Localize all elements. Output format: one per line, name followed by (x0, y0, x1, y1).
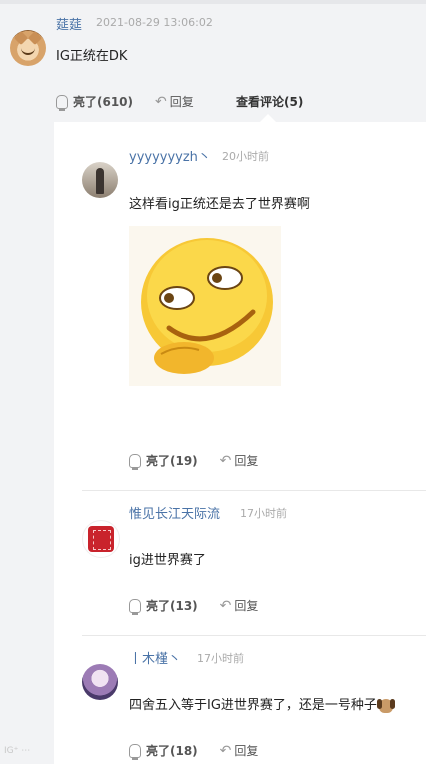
reply-text: 这样看ig正统还是去了世界赛啊 (129, 197, 310, 212)
reply-arrow-icon: ↶ (219, 452, 232, 469)
avatar[interactable] (10, 30, 46, 66)
reply-username[interactable]: 丨木槿丶 (129, 648, 181, 667)
reply-timestamp: 17小时前 (197, 652, 244, 665)
like-button[interactable]: 亮了(18) (129, 742, 198, 760)
reply-timestamp: 20小时前 (222, 150, 269, 163)
reply-button[interactable]: ↶ 回复 (220, 597, 259, 614)
reply-text-row: 四舍五入等于IG进世界赛了，还是一号种子 (129, 694, 395, 713)
like-label: 亮了(610) (73, 95, 134, 109)
parent-actions: 亮了(610) ↶ 回复 (56, 93, 216, 111)
reply-actions: 亮了(18) ↶ 回复 (129, 742, 280, 760)
reply-arrow-icon: ↶ (219, 597, 232, 614)
reply-button[interactable]: ↶ 回复 (220, 742, 259, 759)
divider (82, 490, 426, 491)
reply-arrow-icon: ↶ (219, 742, 232, 759)
reply-text: 四舍五入等于IG进世界赛了，还是一号种子 (129, 698, 377, 713)
reply-label: 回复 (234, 454, 259, 468)
avatar[interactable] (82, 520, 120, 558)
avatar[interactable] (82, 664, 118, 700)
reply-timestamp: 17小时前 (240, 507, 287, 520)
avatar[interactable] (82, 162, 118, 198)
watermark-logo: IG⁺ ⋯ (4, 746, 31, 756)
reply-actions: 亮了(19) ↶ 回复 (129, 452, 280, 470)
view-comments-button[interactable]: 查看评论(5) (236, 93, 303, 110)
reply-label: 回复 (169, 95, 194, 109)
like-label: 亮了(19) (146, 454, 198, 468)
like-button[interactable]: 亮了(13) (129, 597, 198, 615)
lightbulb-icon (129, 598, 141, 615)
reply-text: ig进世界赛了 (129, 553, 206, 568)
like-label: 亮了(18) (146, 744, 198, 758)
reply-actions: 亮了(13) ↶ 回复 (129, 597, 280, 615)
reply-username[interactable]: yyyyyyyzh丶 (129, 146, 211, 165)
lightbulb-icon (129, 453, 141, 470)
dog-emoji-icon (376, 698, 395, 713)
reply-username[interactable]: 惟见长江天际流 (129, 503, 220, 522)
lightbulb-icon (56, 94, 68, 111)
reply-label: 回复 (234, 599, 259, 613)
like-button[interactable]: 亮了(19) (129, 452, 198, 470)
lightbulb-icon (129, 743, 141, 760)
parent-timestamp: 2021-08-29 13:06:02 (96, 16, 213, 29)
divider (82, 635, 426, 636)
reply-arrow-icon: ↶ (155, 93, 167, 110)
panel-caret (260, 114, 276, 122)
reply-label: 回复 (234, 744, 259, 758)
parent-comment-text: IG正统在DK (56, 49, 128, 64)
reply-button[interactable]: ↶ 回复 (155, 93, 194, 110)
parent-username[interactable]: 莚莚 (56, 14, 82, 33)
like-label: 亮了(13) (146, 599, 198, 613)
reply-button[interactable]: ↶ 回复 (220, 452, 259, 469)
like-button[interactable]: 亮了(610) (56, 93, 134, 111)
emoji-sticker-image[interactable] (129, 226, 281, 386)
